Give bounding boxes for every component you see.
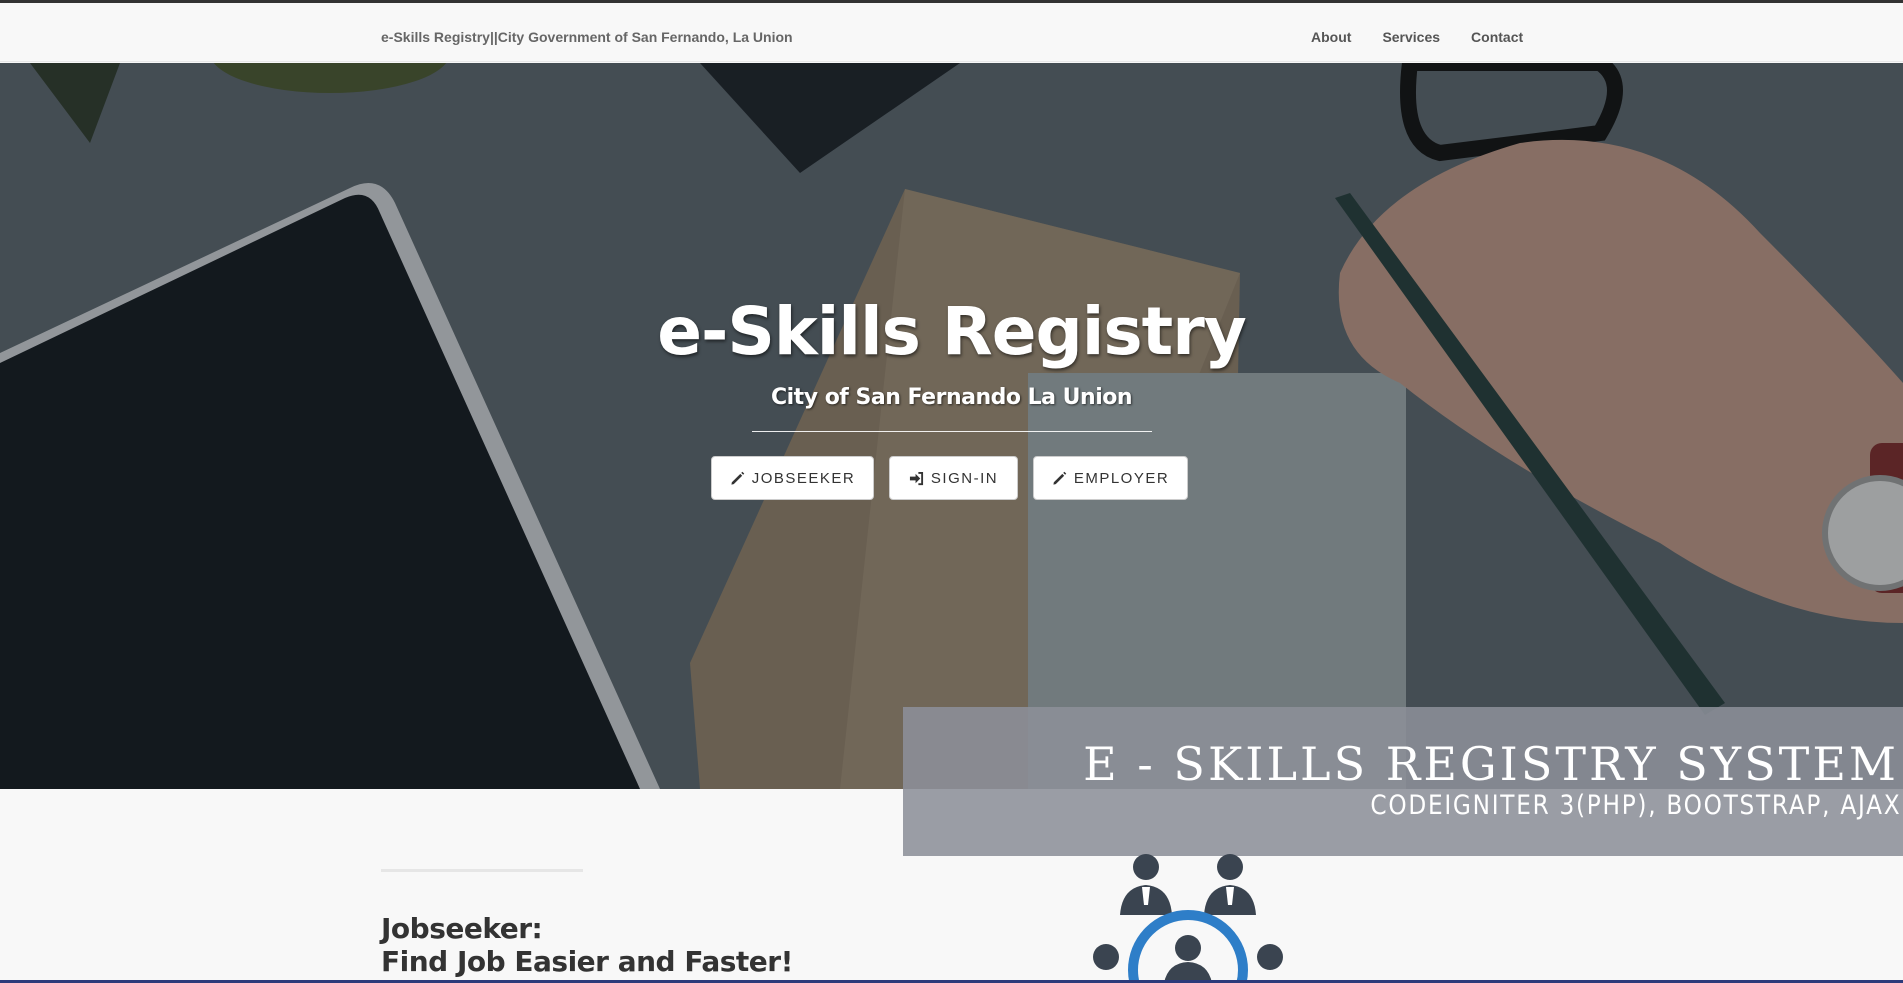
hero-title: e-Skills Registry — [657, 293, 1247, 370]
navbar-brand[interactable]: e-Skills Registry||City Government of Sa… — [381, 29, 793, 45]
employer-button[interactable]: EMPLOYER — [1033, 456, 1188, 500]
pencil-icon — [1053, 471, 1067, 485]
employer-button-label: EMPLOYER — [1073, 469, 1170, 487]
hero-buttons: JOBSEEKER SIGN-IN EMPLOYER — [711, 456, 1188, 500]
navbar: e-Skills Registry||City Government of Sa… — [0, 3, 1903, 62]
nav-link-about[interactable]: About — [1311, 29, 1351, 45]
jobseeker-heading-line2: Find Job Easier and Faster! — [381, 945, 793, 978]
jobseeker-heading: Jobseeker: Find Job Easier and Faster! — [381, 912, 793, 978]
team-icon — [1093, 854, 1283, 983]
hero-subtitle: City of San Fernando La Union — [770, 385, 1133, 410]
banner-subtitle: CODEIGNITER 3(PHP), BOOTSTRAP, AJAX — [1370, 790, 1901, 821]
pencil-icon — [731, 471, 744, 485]
nav-links: About Services Contact — [1311, 29, 1523, 45]
system-banner: E - SKILLS REGISTRY SYSTEM CODEIGNITER 3… — [903, 707, 1903, 856]
hero-section: e-Skills Registry City of San Fernando L… — [0, 63, 1903, 789]
hero-divider — [752, 431, 1152, 432]
nav-link-services[interactable]: Services — [1382, 29, 1440, 45]
hero-overlay — [0, 63, 1903, 789]
section-divider — [381, 869, 583, 872]
sign-in-button[interactable]: SIGN-IN — [889, 456, 1018, 500]
sign-in-icon — [909, 471, 923, 485]
sign-in-button-label: SIGN-IN — [930, 469, 999, 487]
nav-link-contact[interactable]: Contact — [1471, 29, 1523, 45]
jobseeker-button-label: JOBSEEKER — [751, 469, 856, 487]
jobseeker-heading-line1: Jobseeker: — [381, 912, 543, 945]
jobseeker-button[interactable]: JOBSEEKER — [711, 456, 874, 500]
banner-title: E - SKILLS REGISTRY SYSTEM — [1083, 737, 1899, 791]
